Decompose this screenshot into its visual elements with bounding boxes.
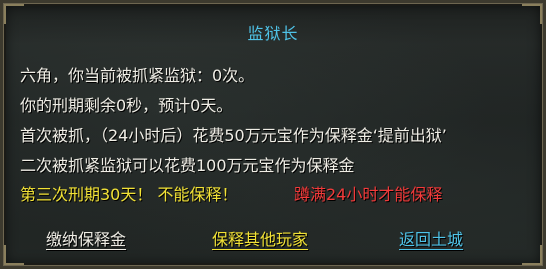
return-to-city-link[interactable]: 返回土城 bbox=[399, 226, 463, 250]
bail-other-players-link[interactable]: 保释其他玩家 bbox=[212, 226, 308, 250]
bail-time-requirement-warning: 蹲满24小时才能保释 bbox=[294, 185, 443, 204]
third-arrest-warning: 第三次刑期30天！ 不能保释！ bbox=[20, 185, 238, 204]
jail-warden-dialog: 监狱长 六角，你当前被抓紧监狱：0次。 你的刑期剩余0秒，预计0天。 首次被抓，… bbox=[0, 0, 546, 269]
second-arrest-bail-text: 二次被抓紧监狱可以花费100万元宝作为保释金 bbox=[20, 156, 355, 175]
frame-corner-ornament bbox=[522, 245, 542, 265]
sentence-remaining-text: 你的刑期剩余0秒，预计0天。 bbox=[20, 96, 233, 115]
dialog-title: 监狱长 bbox=[247, 24, 299, 43]
first-arrest-bail-text: 首次被抓，（24小时后）花费50万元宝作为保释金‘提前出狱’ bbox=[20, 126, 447, 145]
pay-bail-link[interactable]: 缴纳保释金 bbox=[46, 226, 126, 250]
frame-corner-ornament bbox=[4, 245, 24, 265]
jail-count-text: 六角，你当前被抓紧监狱：0次。 bbox=[20, 66, 255, 85]
